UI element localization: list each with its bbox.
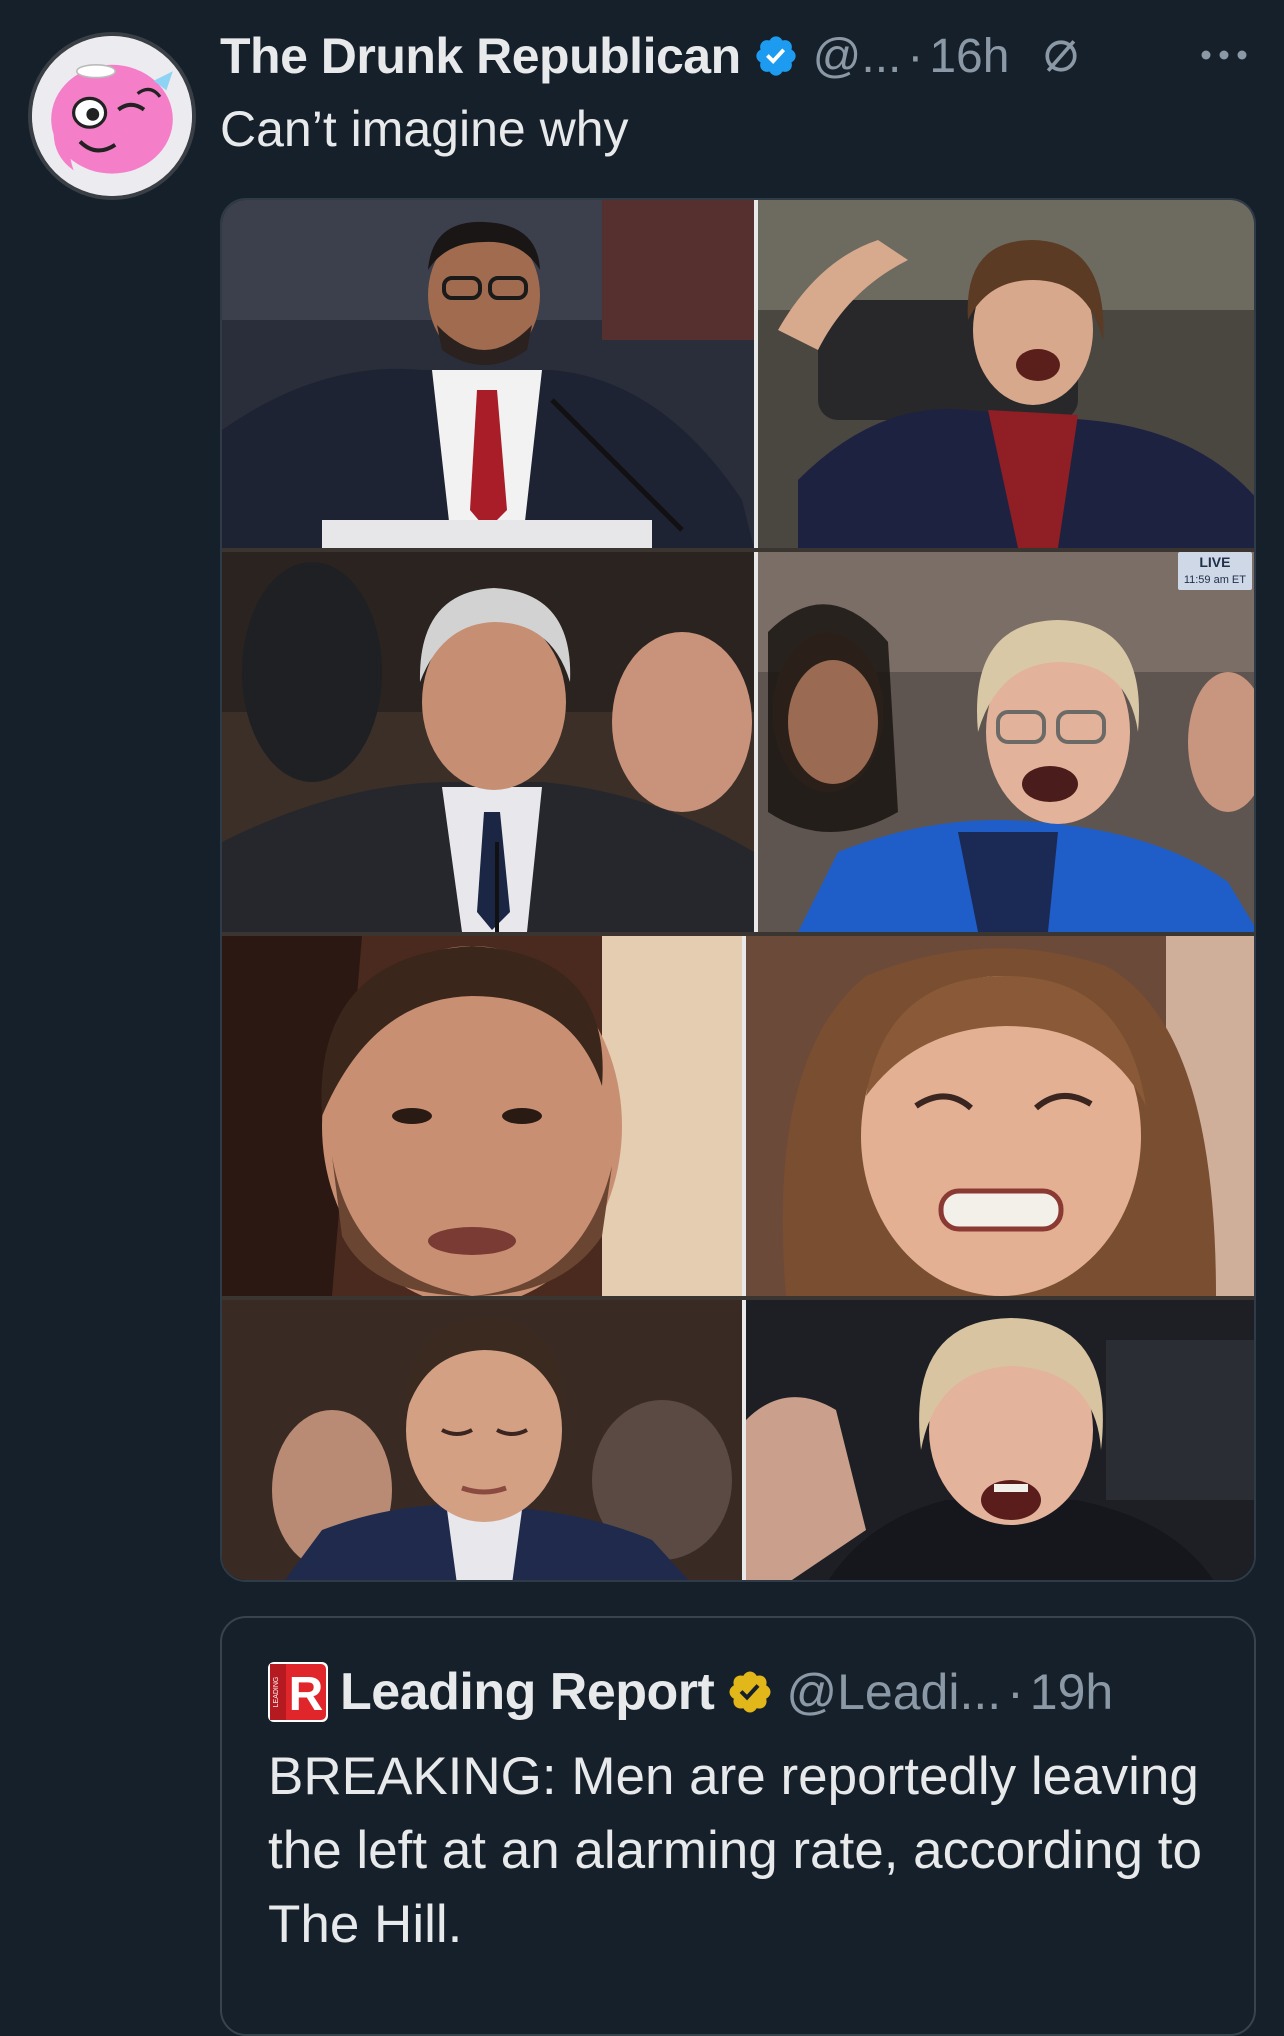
tweet-header: The Drunk Republican @... · 16h (220, 26, 1083, 86)
collage-divider-row-3 (222, 1296, 1254, 1300)
author-handle[interactable]: @... (813, 29, 902, 84)
quoted-author-handle[interactable]: @Leadi... (786, 1663, 1001, 1721)
quoted-author-display-name[interactable]: Leading Report (340, 1662, 715, 1722)
logo-side-text: LEADING (273, 1677, 280, 1708)
live-label: LIVE (1199, 554, 1231, 570)
separator-dot: · (907, 29, 924, 83)
live-broadcast-badge: LIVE 11:59 am ET (1177, 552, 1252, 590)
photo-woman-laughing-red-scarf (758, 200, 1254, 548)
author-display-name[interactable]: The Drunk Republican (220, 27, 741, 85)
tweet-media-collage[interactable]: LIVE 11:59 am ET (220, 198, 1256, 1582)
more-options-icon[interactable] (1196, 40, 1252, 70)
logo-letter: R (289, 1668, 324, 1721)
quoted-tweet-text: BREAKING: Men are reportedly leaving the… (268, 1747, 1202, 1954)
mute-icon[interactable] (1039, 34, 1083, 78)
leading-report-logo-icon[interactable]: R LEADING (268, 1662, 328, 1722)
verified-badge-icon (755, 36, 796, 76)
photo-blonde-woman-shouting (746, 1300, 1254, 1580)
author-avatar[interactable] (28, 32, 196, 200)
pink-elephant-avatar-image (32, 36, 192, 196)
quoted-tweet-timestamp[interactable]: 19h (1030, 1663, 1113, 1721)
quoted-tweet-header: R LEADING Leading Report @Leadi... · 19h (268, 1662, 1113, 1722)
gold-verified-badge-icon (729, 1671, 771, 1713)
quoted-tweet-card[interactable]: R LEADING Leading Report @Leadi... · 19h… (220, 1616, 1256, 2036)
collage-divider-vertical-bottom (742, 932, 746, 1580)
photo-bearded-man-closeup (222, 936, 742, 1296)
photo-woman-gritting-teeth (746, 936, 1254, 1296)
quoted-separator-dot: · (1007, 1664, 1024, 1720)
collage-divider-row-2 (222, 932, 1254, 936)
photo-older-man-gray-hair (222, 552, 754, 932)
tweet-text: Can’t imagine why (220, 101, 629, 157)
collage-divider-vertical-top (754, 200, 758, 932)
photo-man-glasses-red-tie (222, 200, 754, 548)
photo-woman-glasses-shouting: LIVE 11:59 am ET (758, 552, 1254, 932)
tweet-timestamp[interactable]: 16h (929, 29, 1009, 84)
photo-man-eyes-closed (222, 1300, 742, 1580)
collage-divider-row-1 (222, 548, 1254, 552)
live-time: 11:59 am ET (1183, 574, 1246, 586)
